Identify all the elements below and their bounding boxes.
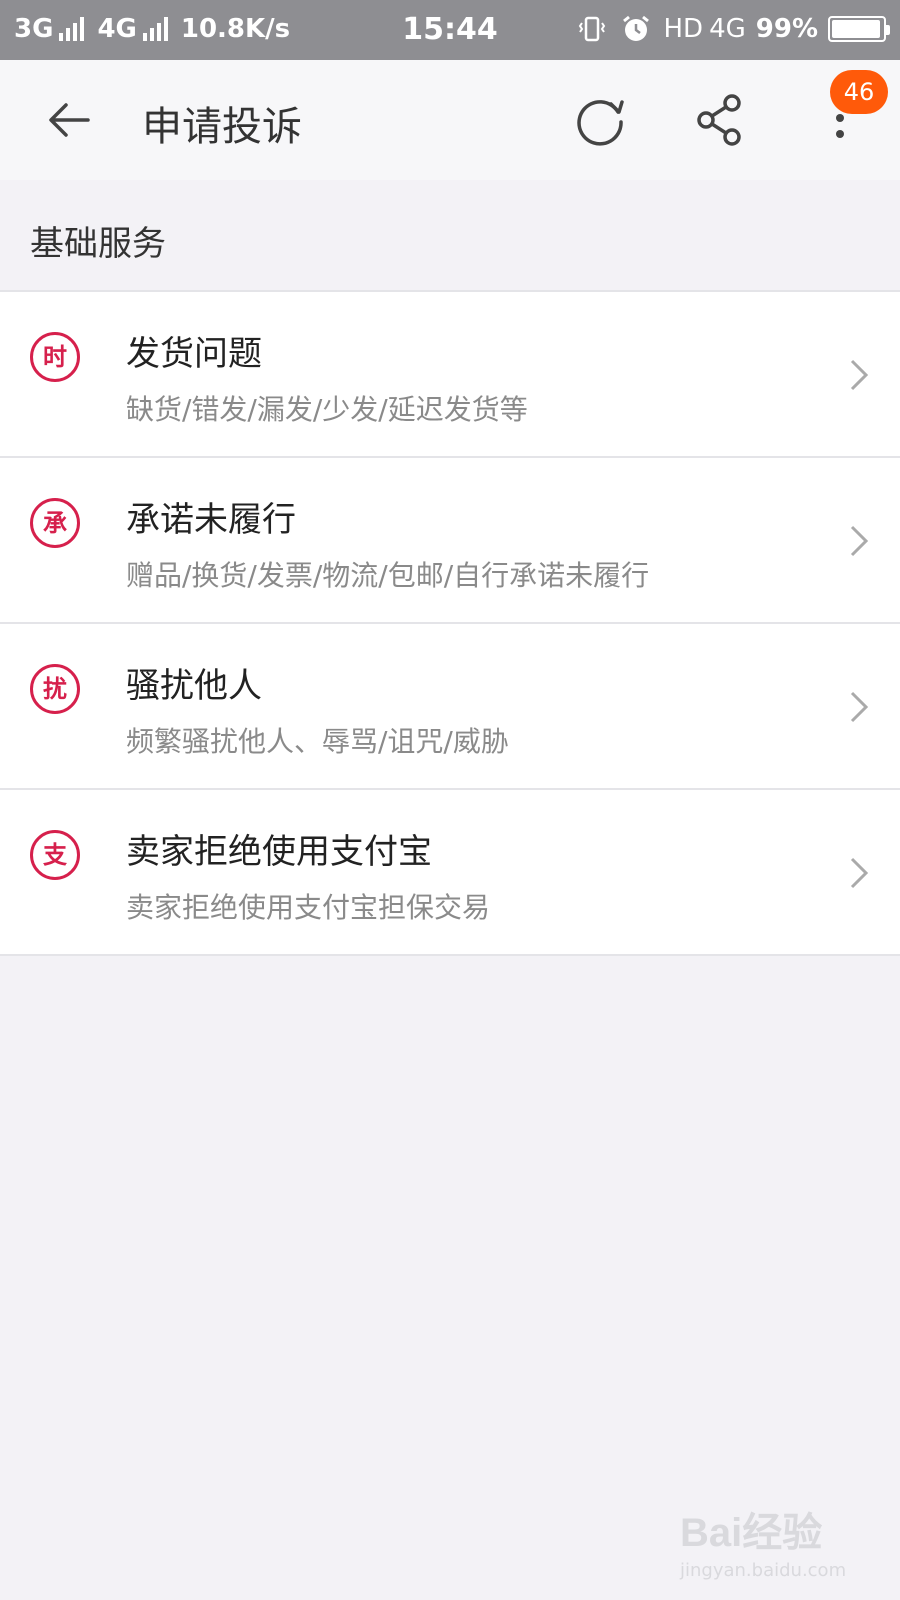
chevron-right-icon bbox=[850, 691, 869, 723]
alarm-icon bbox=[623, 15, 650, 41]
section-header: 基础服务 bbox=[0, 180, 900, 292]
harass-icon: 扰 bbox=[30, 664, 80, 714]
pay-icon: 支 bbox=[30, 830, 80, 880]
vibrate-icon bbox=[579, 16, 606, 42]
item-subtitle: 缺货/错发/漏发/少发/延迟发货等 bbox=[126, 393, 528, 426]
time-icon: 时 bbox=[30, 332, 80, 382]
complaint-list: 时 发货问题 缺货/错发/漏发/少发/延迟发货等 承 承诺未履行 赠品/换货/发… bbox=[0, 292, 900, 956]
item-subtitle: 卖家拒绝使用支付宝担保交易 bbox=[126, 891, 491, 924]
status-right: HD 4G 99% bbox=[577, 14, 890, 44]
item-title: 发货问题 bbox=[126, 334, 262, 374]
battery-icon bbox=[828, 16, 890, 42]
notification-badge: 46 bbox=[830, 70, 888, 114]
share-icon[interactable] bbox=[690, 90, 750, 150]
promise-icon: 承 bbox=[30, 498, 80, 548]
list-item-harassment[interactable]: 扰 骚扰他人 频繁骚扰他人、辱骂/诅咒/威胁 bbox=[0, 624, 900, 790]
watermark-logo: Bai经验 bbox=[680, 1511, 823, 1555]
status-bar: 3G 4G 10.8K/s 15:44 HD 4G 99% bbox=[0, 0, 900, 60]
list-item-alipay[interactable]: 支 卖家拒绝使用支付宝 卖家拒绝使用支付宝担保交易 bbox=[0, 790, 900, 956]
watermark-url: jingyan.baidu.com bbox=[680, 1560, 847, 1581]
item-title: 卖家拒绝使用支付宝 bbox=[126, 832, 432, 872]
network-type-3: 4G bbox=[709, 14, 746, 44]
item-title: 骚扰他人 bbox=[126, 666, 262, 706]
watermark: Bai经验 jingyan.baidu.com bbox=[680, 1500, 846, 1581]
item-title: 承诺未履行 bbox=[126, 500, 296, 540]
chevron-right-icon bbox=[850, 359, 869, 391]
refresh-icon[interactable] bbox=[570, 90, 630, 150]
top-bar: 申请投诉 bbox=[0, 60, 900, 180]
chevron-right-icon bbox=[850, 857, 869, 889]
hd-indicator: HD bbox=[663, 14, 704, 44]
list-item-shipping[interactable]: 时 发货问题 缺货/错发/漏发/少发/延迟发货等 bbox=[0, 292, 900, 458]
battery-percent: 99% bbox=[755, 14, 818, 44]
chevron-right-icon bbox=[850, 525, 869, 557]
item-subtitle: 赠品/换货/发票/物流/包邮/自行承诺未履行 bbox=[126, 559, 650, 592]
back-arrow-icon[interactable] bbox=[40, 90, 100, 150]
item-subtitle: 频繁骚扰他人、辱骂/诅咒/威胁 bbox=[126, 725, 509, 758]
section-title: 基础服务 bbox=[30, 224, 166, 264]
page-title: 申请投诉 bbox=[142, 104, 302, 150]
list-item-promise[interactable]: 承 承诺未履行 赠品/换货/发票/物流/包邮/自行承诺未履行 bbox=[0, 458, 900, 624]
